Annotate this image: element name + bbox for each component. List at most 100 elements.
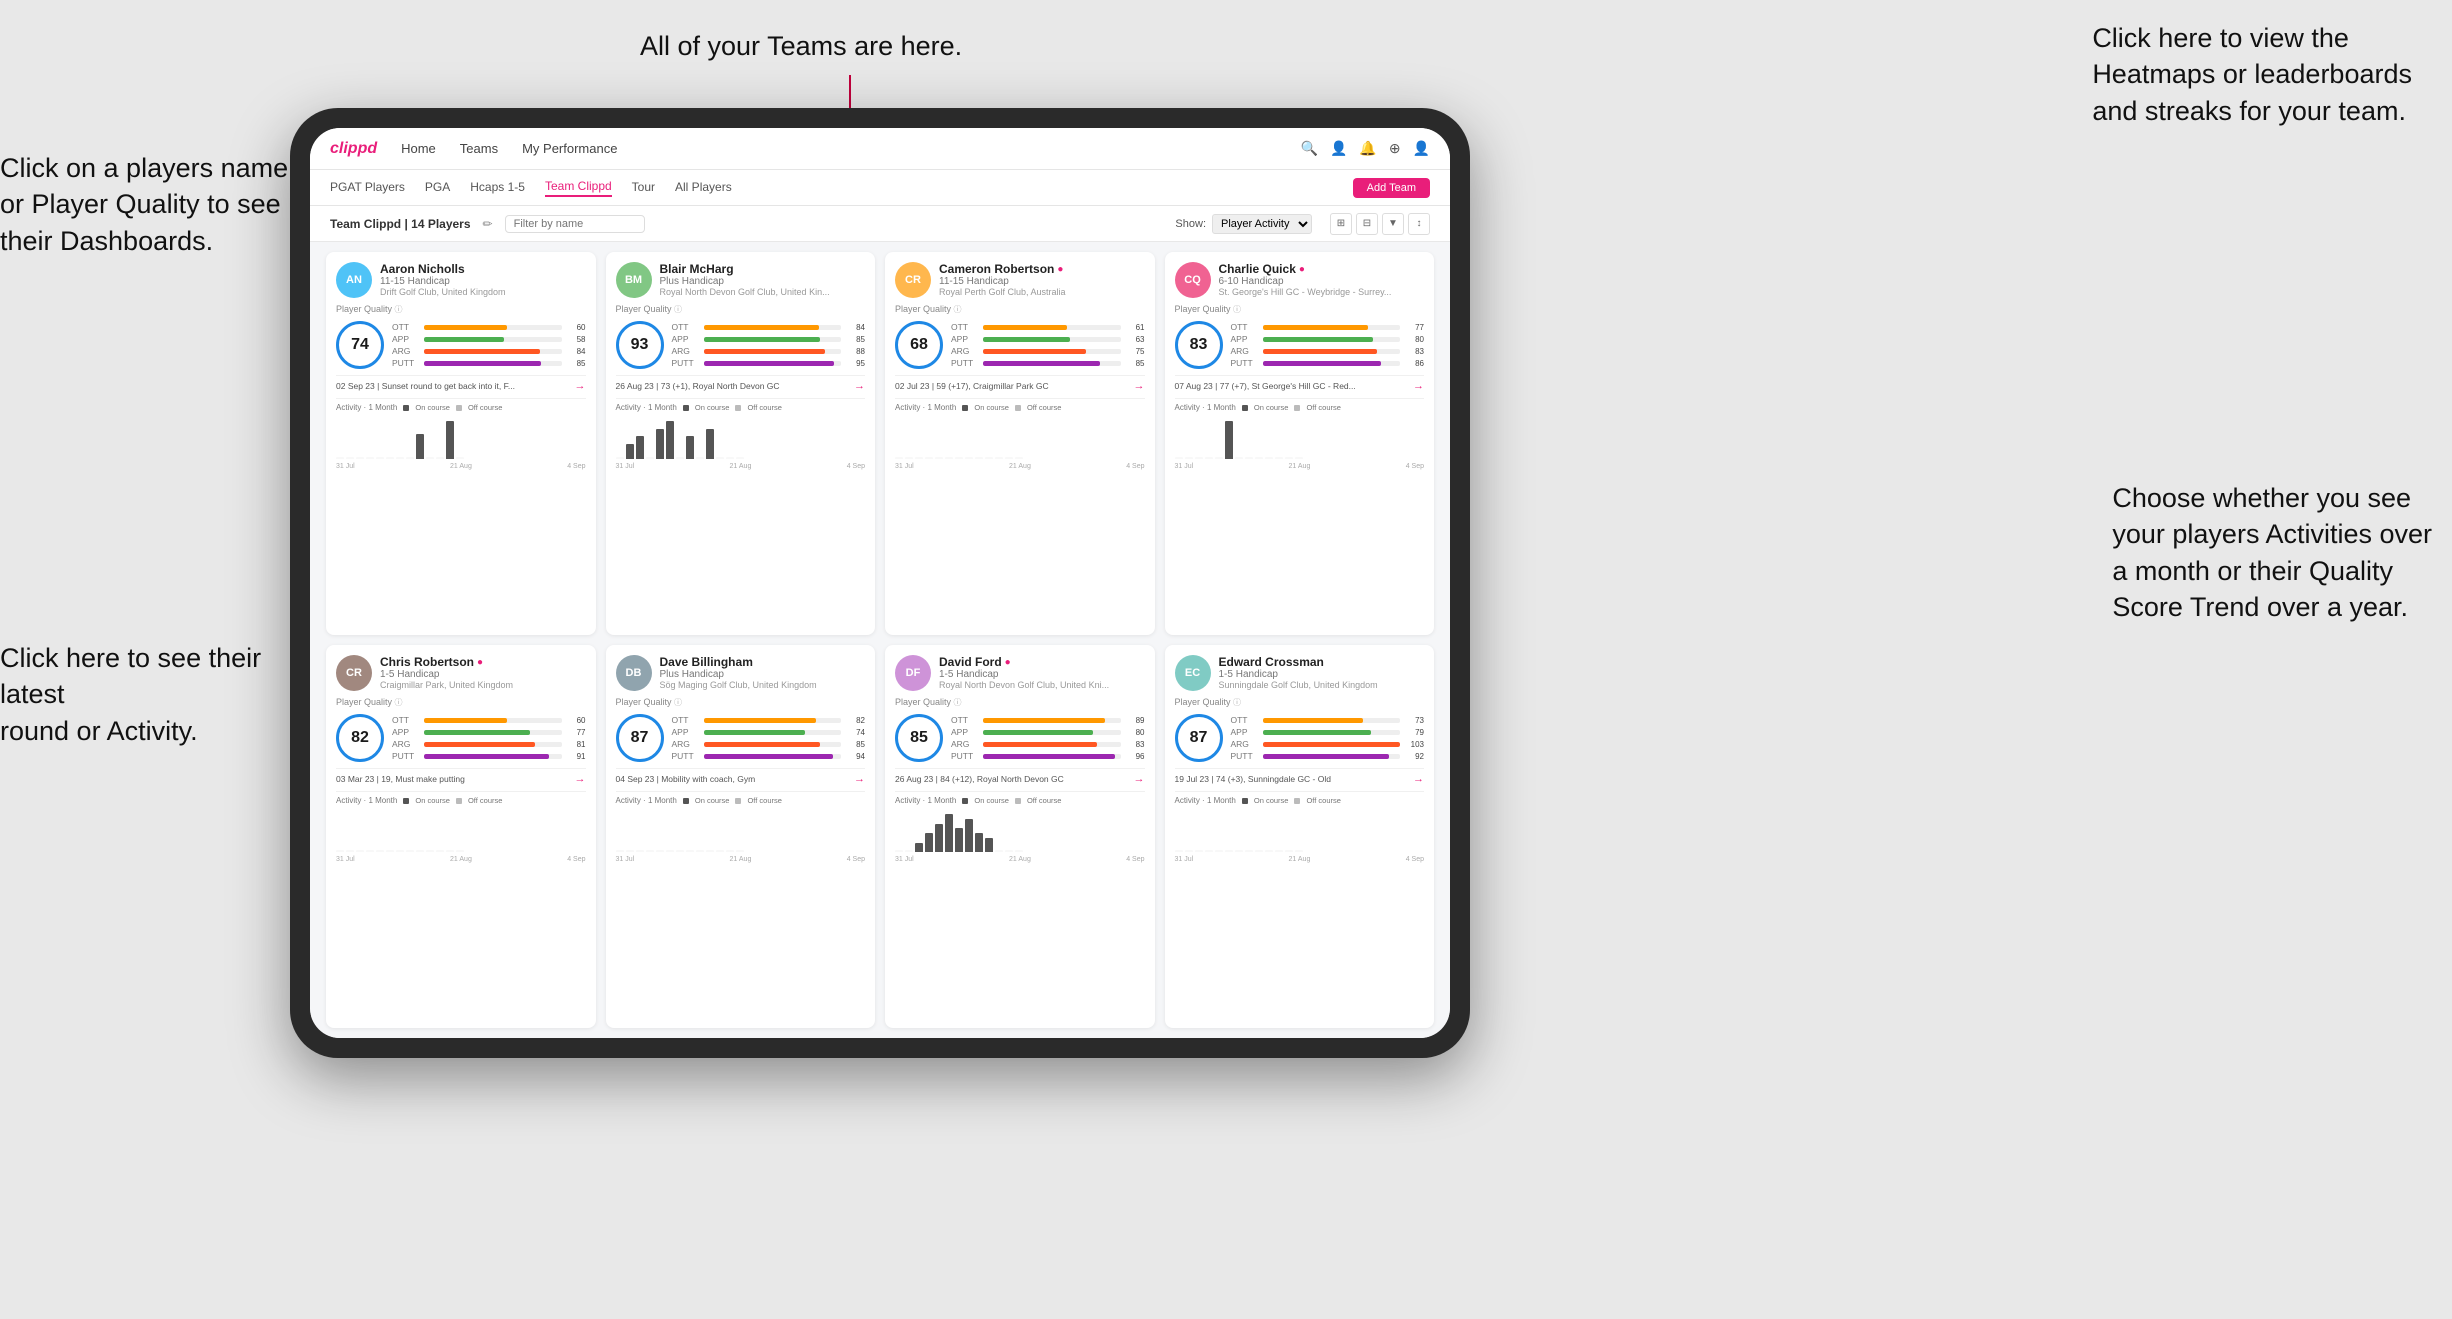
latest-activity[interactable]: 26 Aug 23 | 84 (+12), Royal North Devon …: [895, 768, 1145, 785]
list-view-icon[interactable]: ⊟: [1356, 213, 1378, 235]
player-header: DB Dave Billingham Plus Handicap Sög Mag…: [616, 655, 866, 691]
quality-stats: OTT 61 APP 63 ARG 75 PUTT 85: [951, 322, 1145, 368]
activity-label: Activity · 1 Month: [1175, 796, 1236, 805]
player-name[interactable]: Edward Crossman: [1219, 655, 1425, 669]
activity-arrow-icon[interactable]: →: [854, 773, 865, 785]
chart-bar: [446, 421, 454, 459]
quality-stats: OTT 60 APP 77 ARG 81 PUTT 91: [392, 715, 586, 761]
profile-icon[interactable]: 👤: [1330, 140, 1347, 157]
player-name[interactable]: Aaron Nicholls: [380, 262, 586, 276]
latest-activity[interactable]: 02 Sep 23 | Sunset round to get back int…: [336, 375, 586, 392]
add-team-button[interactable]: Add Team: [1353, 178, 1430, 198]
player-card[interactable]: BM Blair McHarg Plus Handicap Royal Nort…: [606, 252, 876, 635]
quality-circle[interactable]: 68: [895, 321, 943, 369]
tab-hcaps[interactable]: Hcaps 1-5: [470, 180, 525, 196]
activity-arrow-icon[interactable]: →: [575, 773, 586, 785]
quality-stats: OTT 82 APP 74 ARG 85 PUTT 94: [672, 715, 866, 761]
latest-activity[interactable]: 02 Jul 23 | 59 (+17), Craigmillar Park G…: [895, 375, 1145, 392]
activity-arrow-icon[interactable]: →: [1134, 773, 1145, 785]
player-info: Edward Crossman 1-5 Handicap Sunningdale…: [1219, 655, 1425, 690]
tab-team-clippd[interactable]: Team Clippd: [545, 179, 612, 197]
quality-circle[interactable]: 93: [616, 321, 664, 369]
quality-circle[interactable]: 85: [895, 714, 943, 762]
player-name[interactable]: Dave Billingham: [660, 655, 866, 669]
player-card[interactable]: AN Aaron Nicholls 11-15 Handicap Drift G…: [326, 252, 596, 635]
latest-activity[interactable]: 26 Aug 23 | 73 (+1), Royal North Devon G…: [616, 375, 866, 392]
verified-icon: ●: [1005, 657, 1011, 668]
search-input[interactable]: [505, 215, 645, 233]
quality-circle[interactable]: 87: [1175, 714, 1223, 762]
activity-arrow-icon[interactable]: →: [1134, 380, 1145, 392]
user-icon[interactable]: 👤: [1413, 140, 1430, 157]
quality-circle[interactable]: 74: [336, 321, 384, 369]
activity-arrow-icon[interactable]: →: [1413, 773, 1424, 785]
stat-bar-container-app: [983, 730, 1121, 735]
stat-label-putt: PUTT: [392, 751, 420, 761]
player-header: CR Cameron Robertson● 11-15 Handicap Roy…: [895, 262, 1145, 298]
nav-performance[interactable]: My Performance: [522, 141, 617, 156]
show-select[interactable]: Player Activity: [1212, 214, 1312, 234]
latest-activity[interactable]: 19 Jul 23 | 74 (+3), Sunningdale GC - Ol…: [1175, 768, 1425, 785]
player-card[interactable]: EC Edward Crossman 1-5 Handicap Sunningd…: [1165, 645, 1435, 1028]
tab-pgat[interactable]: PGAT Players: [330, 180, 405, 196]
chart-bar: [1185, 457, 1193, 459]
tab-pga[interactable]: PGA: [425, 180, 450, 196]
quality-circle[interactable]: 83: [1175, 321, 1223, 369]
quality-section[interactable]: 87 OTT 73 APP 79 ARG 103 PUTT: [1175, 714, 1425, 762]
chart-bar: [426, 850, 434, 852]
player-card[interactable]: DB Dave Billingham Plus Handicap Sög Mag…: [606, 645, 876, 1028]
quality-circle[interactable]: 82: [336, 714, 384, 762]
player-name[interactable]: Chris Robertson●: [380, 655, 586, 669]
quality-section[interactable]: 68 OTT 61 APP 63 ARG 75 PUTT: [895, 321, 1145, 369]
chart-bar: [915, 843, 923, 853]
search-icon[interactable]: 🔍: [1301, 140, 1318, 157]
settings-icon[interactable]: ⊕: [1389, 140, 1401, 157]
player-name[interactable]: Blair McHarg: [660, 262, 866, 276]
player-avatar: CQ: [1175, 262, 1211, 298]
player-name[interactable]: Charlie Quick●: [1219, 262, 1425, 276]
quality-section[interactable]: 87 OTT 82 APP 74 ARG 85 PUTT: [616, 714, 866, 762]
stat-label-app: APP: [392, 727, 420, 737]
player-card[interactable]: DF David Ford● 1-5 Handicap Royal North …: [885, 645, 1155, 1028]
chart-bar: [716, 457, 724, 459]
latest-activity[interactable]: 07 Aug 23 | 77 (+7), St George's Hill GC…: [1175, 375, 1425, 392]
player-info: Dave Billingham Plus Handicap Sög Maging…: [660, 655, 866, 690]
activity-arrow-icon[interactable]: →: [575, 380, 586, 392]
stat-bar-app: [704, 337, 821, 342]
stat-row-arg: ARG 84: [392, 346, 586, 356]
chart-bar: [915, 457, 923, 459]
edit-team-icon[interactable]: ✏: [483, 217, 493, 231]
activity-arrow-icon[interactable]: →: [854, 380, 865, 392]
quality-section[interactable]: 85 OTT 89 APP 80 ARG 83 PUTT: [895, 714, 1145, 762]
quality-section[interactable]: 83 OTT 77 APP 80 ARG 83 PUTT: [1175, 321, 1425, 369]
avatar-initials: AN: [346, 274, 362, 286]
latest-activity[interactable]: 03 Mar 23 | 19, Must make putting →: [336, 768, 586, 785]
chart-bar: [1005, 850, 1013, 852]
player-card[interactable]: CR Cameron Robertson● 11-15 Handicap Roy…: [885, 252, 1155, 635]
player-header: CR Chris Robertson● 1-5 Handicap Craigmi…: [336, 655, 586, 691]
player-club: St. George's Hill GC - Weybridge - Surre…: [1219, 287, 1425, 297]
tab-tour[interactable]: Tour: [632, 180, 655, 196]
player-name[interactable]: Cameron Robertson●: [939, 262, 1145, 276]
quality-section[interactable]: 82 OTT 60 APP 77 ARG 81 PUTT: [336, 714, 586, 762]
stat-bar-ott: [424, 325, 507, 330]
chart-labels: 31 Jul 21 Aug 4 Sep: [336, 856, 586, 863]
activity-arrow-icon[interactable]: →: [1413, 380, 1424, 392]
stat-value-app: 74: [845, 728, 865, 737]
player-name[interactable]: David Ford●: [939, 655, 1145, 669]
latest-activity[interactable]: 04 Sep 23 | Mobility with coach, Gym →: [616, 768, 866, 785]
bell-icon[interactable]: 🔔: [1359, 140, 1376, 157]
player-card[interactable]: CR Chris Robertson● 1-5 Handicap Craigmi…: [326, 645, 596, 1028]
avatar-initials: BM: [625, 274, 642, 286]
avatar-initials: DB: [626, 667, 642, 679]
quality-section[interactable]: 74 OTT 60 APP 58 ARG 84 PUTT: [336, 321, 586, 369]
player-card[interactable]: CQ Charlie Quick● 6-10 Handicap St. Geor…: [1165, 252, 1435, 635]
nav-home[interactable]: Home: [401, 141, 436, 156]
grid-view-icon[interactable]: ⊞: [1330, 213, 1352, 235]
quality-section[interactable]: 93 OTT 84 APP 85 ARG 88 PUTT: [616, 321, 866, 369]
nav-teams[interactable]: Teams: [460, 141, 498, 156]
quality-circle[interactable]: 87: [616, 714, 664, 762]
sort-icon[interactable]: ↕: [1408, 213, 1430, 235]
filter-icon[interactable]: ▼: [1382, 213, 1404, 235]
tab-all-players[interactable]: All Players: [675, 180, 732, 196]
